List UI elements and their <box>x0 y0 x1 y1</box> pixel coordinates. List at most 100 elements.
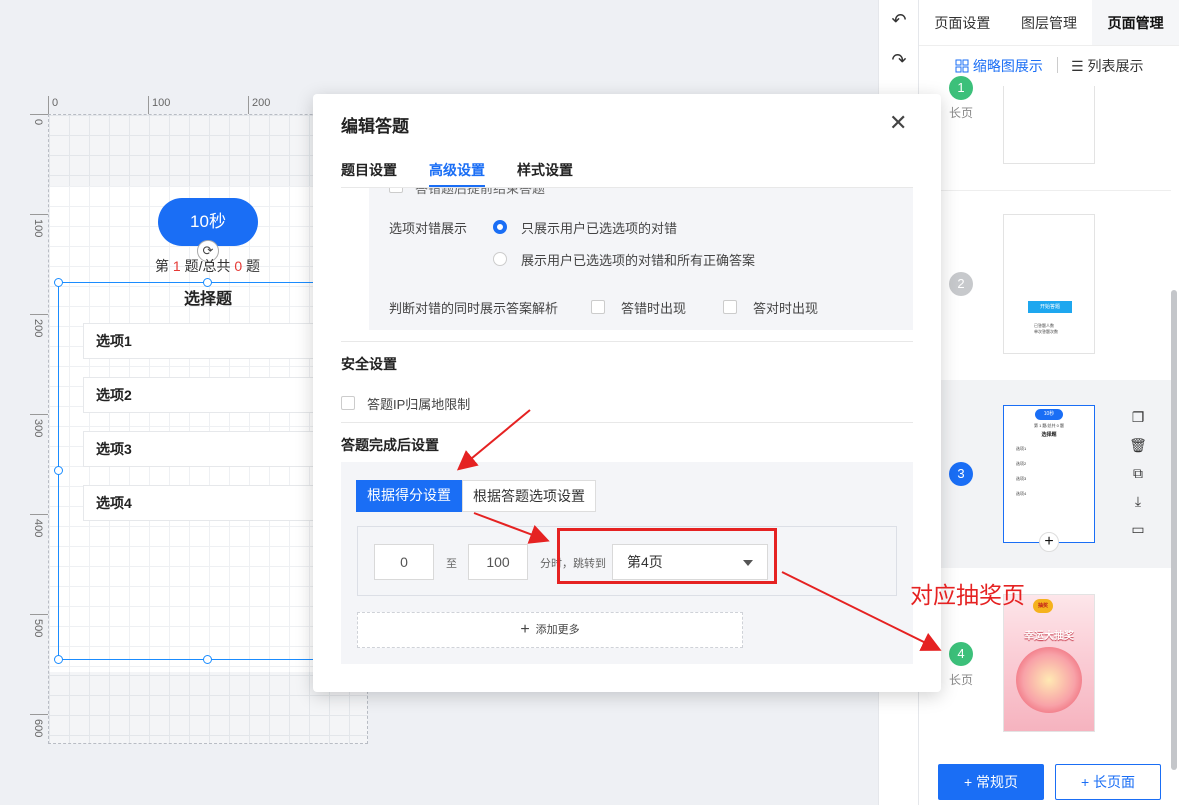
progress-prefix: 第 <box>155 258 169 274</box>
ip-limit-checkbox[interactable] <box>341 396 355 410</box>
download-icon[interactable]: ⤓ <box>1129 493 1147 511</box>
option-item[interactable]: 选项4 <box>83 485 323 521</box>
view-switcher: 缩略图展示 ☰ 列表展示 <box>919 54 1179 78</box>
question-title: 选择题 <box>184 291 233 308</box>
list-view-label: 列表展示 <box>1087 58 1144 74</box>
page-thumbnail[interactable]: 10秒 第 1 题/总共 0 题 选择题 选项1 选项2 选项3 选项4 + <box>1003 405 1095 552</box>
add-more-button[interactable]: + 添加更多 <box>357 612 743 648</box>
progress-total: 0 <box>234 258 243 274</box>
ruler-tick: 0 <box>32 119 44 126</box>
end-early-label: 答错题后提前结束答题 <box>415 188 546 196</box>
analysis-label: 判断对错的同时展示答案解析 <box>389 301 559 316</box>
resize-handle[interactable] <box>54 655 63 664</box>
ruler-tick: 600 <box>32 719 44 738</box>
ruler-tick: 200 <box>32 319 44 338</box>
right-analysis-checkbox[interactable] <box>723 300 737 314</box>
right-panel: 页面设置 图层管理 页面管理 缩略图展示 ☰ 列表展示 1 长页 2 开始答题 … <box>918 0 1179 805</box>
ruler-tick: 500 <box>32 619 44 638</box>
modal-title: 编辑答题 <box>341 117 409 136</box>
page-number-badge: 4 <box>949 642 973 666</box>
option-item[interactable]: 选项3 <box>83 431 323 467</box>
divider <box>1057 57 1058 73</box>
radio-selected-only-label: 只展示用户已选选项的对错 <box>521 221 678 236</box>
resize-handle[interactable] <box>54 278 63 287</box>
page-thumbnail[interactable]: 开始答题 已答题人数 单次答题次数 <box>1003 214 1095 354</box>
by-option-tab[interactable]: 根据答题选项设置 <box>462 480 596 512</box>
page-number-badge: 3 <box>949 462 973 486</box>
thumb-option: 选项2 <box>1016 461 1027 466</box>
page-row-2[interactable]: 2 开始答题 已答题人数 单次答题次数 <box>919 200 1171 370</box>
panel-scrollbar[interactable] <box>1171 290 1177 770</box>
add-more-label: 添加更多 <box>535 624 580 636</box>
page-row-3[interactable]: 3 10秒 第 1 题/总共 0 题 选择题 选项1 选项2 选项3 选项4 +… <box>919 380 1171 568</box>
thumb-text: 单次答题次数 <box>1034 329 1058 334</box>
timer-component[interactable]: 10秒 <box>158 198 258 246</box>
thumb-timer: 10秒 <box>1035 409 1063 420</box>
add-long-page-button[interactable]: + 长页面 <box>1055 764 1161 800</box>
plus-icon: + <box>520 621 530 638</box>
close-icon[interactable]: ✕ <box>889 110 907 136</box>
copy-icon[interactable]: ❐ <box>1129 409 1147 427</box>
by-score-tab[interactable]: 根据得分设置 <box>356 480 462 512</box>
page-number-badge: 2 <box>949 272 973 296</box>
end-early-checkbox[interactable] <box>389 188 403 193</box>
after-completion-title: 答题完成后设置 <box>341 437 439 453</box>
thumb-lottery-title: 幸运大抽奖 <box>1024 631 1074 642</box>
resize-handle[interactable] <box>54 466 63 475</box>
undo-icon[interactable]: ↶ <box>887 8 911 32</box>
ruler-tick: 300 <box>32 419 44 438</box>
page-thumbnail[interactable]: 抽奖 幸运大抽奖 <box>1003 594 1095 732</box>
range-separator: 至 <box>446 558 457 570</box>
thumbnail-view-button[interactable]: 缩略图展示 <box>955 56 1043 76</box>
list-icon: ☰ <box>1071 58 1084 74</box>
list-view-button[interactable]: ☰ 列表展示 <box>1071 56 1143 76</box>
radio-selected-only[interactable] <box>493 220 507 234</box>
wrong-analysis-label: 答错时出现 <box>621 301 687 316</box>
folder-icon[interactable]: ▭ <box>1129 521 1147 539</box>
option-item[interactable]: 选项2 <box>83 377 323 413</box>
add-regular-page-button[interactable]: + 常规页 <box>938 764 1044 800</box>
page-type-label: 长页 <box>949 673 974 687</box>
add-page-icon[interactable]: + <box>1039 532 1059 552</box>
trash-icon[interactable]: 🗑 <box>1129 437 1147 455</box>
grid-icon <box>955 59 969 73</box>
page-type-label: 长页 <box>949 106 974 120</box>
tab-style-settings[interactable]: 样式设置 <box>517 160 573 180</box>
thumb-lottery-badge: 抽奖 <box>1033 599 1053 613</box>
thumb-progress: 第 1 题/总共 0 题 <box>1033 423 1064 428</box>
max-score-input[interactable]: 100 <box>468 544 528 580</box>
radio-all-correct-label: 展示用户已选选项的对错和所有正确答案 <box>521 253 756 268</box>
min-score-input[interactable]: 0 <box>374 544 434 580</box>
page-row-1[interactable]: 1 长页 <box>919 76 1171 186</box>
page-thumbnail[interactable] <box>1003 86 1095 164</box>
duplicate-icon[interactable]: ⧉ <box>1129 465 1147 483</box>
thumb-start-button: 开始答题 <box>1028 301 1072 313</box>
progress-suffix: 题 <box>246 258 261 274</box>
redo-icon[interactable]: ↷ <box>887 48 911 72</box>
horizontal-ruler: 0 100 200 <box>48 96 348 114</box>
option-item[interactable]: 选项1 <box>83 323 323 359</box>
thumb-option: 选项4 <box>1016 491 1027 496</box>
progress-mid: 题/总共 <box>184 258 231 274</box>
annotation-text: 对应抽奖页 <box>910 582 1025 608</box>
right-analysis-label: 答对时出现 <box>753 301 819 316</box>
tab-page-management[interactable]: 页面管理 <box>1092 0 1179 45</box>
ip-limit-label: 答题IP归属地限制 <box>367 397 471 412</box>
tab-layer-management[interactable]: 图层管理 <box>1006 0 1093 45</box>
question-progress[interactable]: 第 1 题/总共 0 题 <box>155 256 260 276</box>
ruler-tick: 100 <box>32 219 44 238</box>
tab-question-settings[interactable]: 题目设置 <box>341 160 397 180</box>
thumb-lottery-wheel <box>1016 647 1082 713</box>
radio-all-correct[interactable] <box>493 252 507 266</box>
ruler-tick: 100 <box>148 96 170 114</box>
divider <box>341 422 913 423</box>
edit-quiz-modal: 编辑答题 ✕ 题目设置 高级设置 样式设置 答错题后提前结束答题 选项对错展示 … <box>313 94 941 692</box>
ruler-tick: 0 <box>48 96 58 114</box>
thumbnail-view-label: 缩略图展示 <box>972 58 1043 74</box>
security-title: 安全设置 <box>341 356 397 372</box>
wrong-analysis-checkbox[interactable] <box>591 300 605 314</box>
tab-page-settings[interactable]: 页面设置 <box>919 0 1006 45</box>
tab-advanced-settings[interactable]: 高级设置 <box>429 160 485 187</box>
resize-handle[interactable] <box>203 655 212 664</box>
divider <box>341 341 913 342</box>
